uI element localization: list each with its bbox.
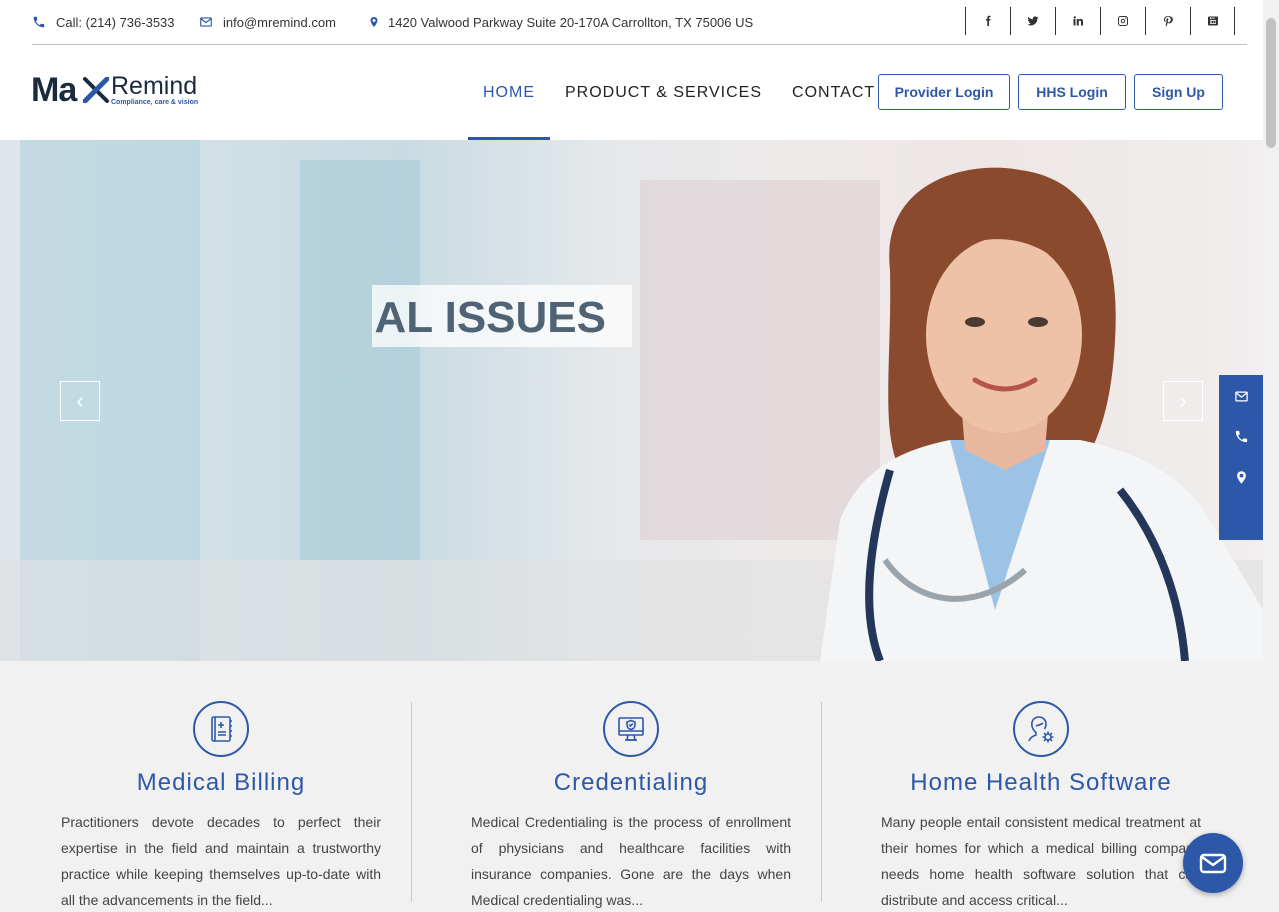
service-card-credentialing: Credentialing Medical Credentialing is t… [471,701,791,912]
chat-widget-button[interactable] [1183,833,1243,893]
nav-item-contact[interactable]: CONTACT [777,45,890,140]
pinterest-icon[interactable] [1145,7,1190,35]
provider-login-button[interactable]: Provider Login [878,74,1010,110]
monitor-shield-icon [603,701,659,757]
service-card-medical-billing: Medical Billing Practitioners devote dec… [61,701,381,912]
sidebar-location-button[interactable] [1219,457,1263,497]
phone-icon [33,16,45,28]
youtube-icon[interactable] [1190,7,1235,35]
logo-tagline: Compliance, care & vision [111,99,199,106]
phone-info[interactable]: Call: (214) 736-3533 [32,12,175,32]
linkedin-icon[interactable] [1055,7,1100,35]
sign-up-button[interactable]: Sign Up [1134,74,1223,110]
top-info-bar: Call: (214) 736-3533 info@mremind.com 14… [0,0,1263,44]
logo-wordmark-remind: Remind [111,72,198,100]
slider-prev-button[interactable]: ‹ [60,381,100,421]
main-header: Ma Remind Compliance, care & vision HOME… [0,45,1263,140]
floating-contact-bar [1219,375,1263,540]
service-title[interactable]: Medical Billing [61,769,381,797]
social-links [965,7,1235,35]
email-info[interactable]: info@mremind.com [199,12,336,32]
page-scrollbar[interactable] [1263,0,1279,912]
slider-next-button[interactable]: › [1163,381,1203,421]
hero-background-blur [300,160,420,560]
phone-text: Call: (214) 736-3533 [56,14,175,30]
service-card-home-health-software: Home Health Software Many people entail … [881,701,1201,912]
services-section: Medical Billing Practitioners devote dec… [0,661,1263,912]
hero-slider: CIAL ISSUES ‹ › [0,140,1263,661]
address-info: 1420 Valwood Parkway Suite 20-170A Carro… [368,12,753,32]
person-gear-icon [1013,701,1069,757]
chevron-left-icon: ‹ [76,388,84,413]
hhs-login-button[interactable]: HHS Login [1018,74,1126,110]
sidebar-phone-button[interactable] [1219,416,1263,456]
service-divider [821,702,822,902]
service-title[interactable]: Credentialing [471,769,791,797]
nav-item-home[interactable]: HOME [468,45,550,140]
phone-icon [1235,430,1247,442]
chevron-right-icon: › [1179,388,1187,413]
nav-item-product-services[interactable]: PRODUCT & SERVICES [550,45,777,140]
sidebar-email-button[interactable] [1219,376,1263,416]
instagram-icon[interactable] [1100,7,1145,35]
facebook-icon[interactable] [965,7,1010,35]
envelope-icon [1234,391,1248,401]
medical-book-icon [193,701,249,757]
service-description: Many people entail consistent medical tr… [881,814,1201,908]
address-text: 1420 Valwood Parkway Suite 20-170A Carro… [388,14,754,30]
logo-x-mark-icon [83,77,109,103]
map-pin-icon [1236,470,1246,484]
twitter-icon[interactable] [1010,7,1055,35]
hero-caption-text: CIAL ISSUES [372,293,606,342]
logo-wordmark-ma: Ma [31,71,77,109]
maxremind-logo[interactable]: Ma Remind Compliance, care & vision [31,73,206,113]
map-pin-icon [370,17,378,27]
email-text: info@mremind.com [223,14,336,30]
scrollbar-thumb[interactable] [1266,18,1276,148]
service-divider [411,702,412,902]
main-nav: HOME PRODUCT & SERVICES CONTACT [468,45,890,140]
service-title[interactable]: Home Health Software [881,769,1201,797]
service-description: Medical Credentialing is the process of … [471,814,791,908]
hero-caption: CIAL ISSUES [372,285,632,347]
service-description: Practitioners devote decades to perfect … [61,814,381,908]
envelope-icon [1199,853,1227,874]
envelope-icon [200,17,212,27]
